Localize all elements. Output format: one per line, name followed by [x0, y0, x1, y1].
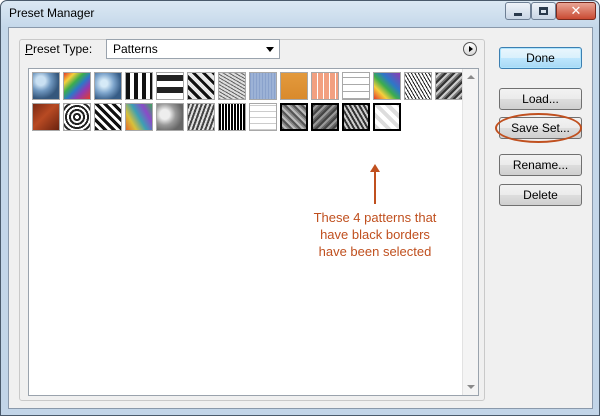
annotation-line: have black borders [320, 227, 430, 242]
pattern-swatch[interactable] [125, 103, 153, 131]
maximize-icon [539, 7, 548, 15]
title-bar[interactable]: Preset Manager ✕ [1, 1, 599, 27]
pattern-swatch[interactable] [156, 72, 184, 100]
pattern-swatch[interactable] [218, 72, 246, 100]
scroll-down-icon[interactable] [467, 385, 475, 389]
pattern-swatch[interactable] [32, 103, 60, 131]
done-button[interactable]: Done [499, 47, 582, 69]
annotation-line: These 4 patterns that [313, 210, 437, 225]
pattern-swatch[interactable] [373, 103, 401, 131]
pattern-swatch[interactable] [280, 72, 308, 100]
pattern-swatch[interactable] [280, 103, 308, 131]
minimize-icon [514, 12, 522, 16]
scroll-up-icon[interactable] [467, 75, 475, 79]
pattern-swatch[interactable] [156, 103, 184, 131]
pattern-swatch[interactable] [32, 72, 60, 100]
panel-menu-button[interactable] [463, 42, 477, 56]
pattern-swatch[interactable] [63, 103, 91, 131]
load-button[interactable]: Load... [499, 88, 582, 110]
annotation-arrow-line [374, 170, 376, 204]
pattern-swatch[interactable] [218, 103, 246, 131]
pattern-swatch[interactable] [342, 72, 370, 100]
pattern-swatch[interactable] [125, 72, 153, 100]
pattern-swatch[interactable] [373, 72, 401, 100]
annotation-text: These 4 patterns that have black borders… [285, 209, 465, 260]
dialog-client-area: Preset Type: Patterns Done Load... Save … [8, 27, 593, 409]
pattern-swatch[interactable] [311, 72, 339, 100]
preset-type-mnemonic: P [25, 42, 34, 56]
pattern-swatch[interactable] [94, 103, 122, 131]
pattern-swatch[interactable] [342, 103, 370, 131]
maximize-button[interactable] [531, 2, 556, 20]
preset-type-label: Preset Type: [25, 42, 92, 56]
pattern-swatch[interactable] [187, 103, 215, 131]
close-icon: ✕ [570, 3, 582, 18]
preset-type-value: Patterns [113, 42, 158, 56]
pattern-swatch[interactable] [94, 72, 122, 100]
pattern-swatch[interactable] [63, 72, 91, 100]
chevron-down-icon [266, 47, 274, 52]
preset-type-label-text: reset Type: [33, 42, 93, 56]
pattern-swatch[interactable] [311, 103, 339, 131]
close-button[interactable]: ✕ [556, 2, 596, 20]
annotation-line: have been selected [318, 244, 432, 259]
rename-button[interactable]: Rename... [499, 154, 582, 176]
pattern-swatch[interactable] [187, 72, 215, 100]
delete-button[interactable]: Delete [499, 184, 582, 206]
pattern-swatch[interactable] [435, 72, 463, 100]
save-set-highlight-ring [495, 113, 582, 143]
pattern-swatch[interactable] [404, 72, 432, 100]
pattern-swatch[interactable] [249, 103, 277, 131]
minimize-button[interactable] [505, 2, 531, 20]
preset-manager-window: Preset Manager ✕ Preset Type: Patterns D… [0, 0, 600, 416]
pattern-swatch[interactable] [249, 72, 277, 100]
window-title: Preset Manager [9, 6, 95, 20]
preset-type-select[interactable]: Patterns [106, 39, 280, 59]
